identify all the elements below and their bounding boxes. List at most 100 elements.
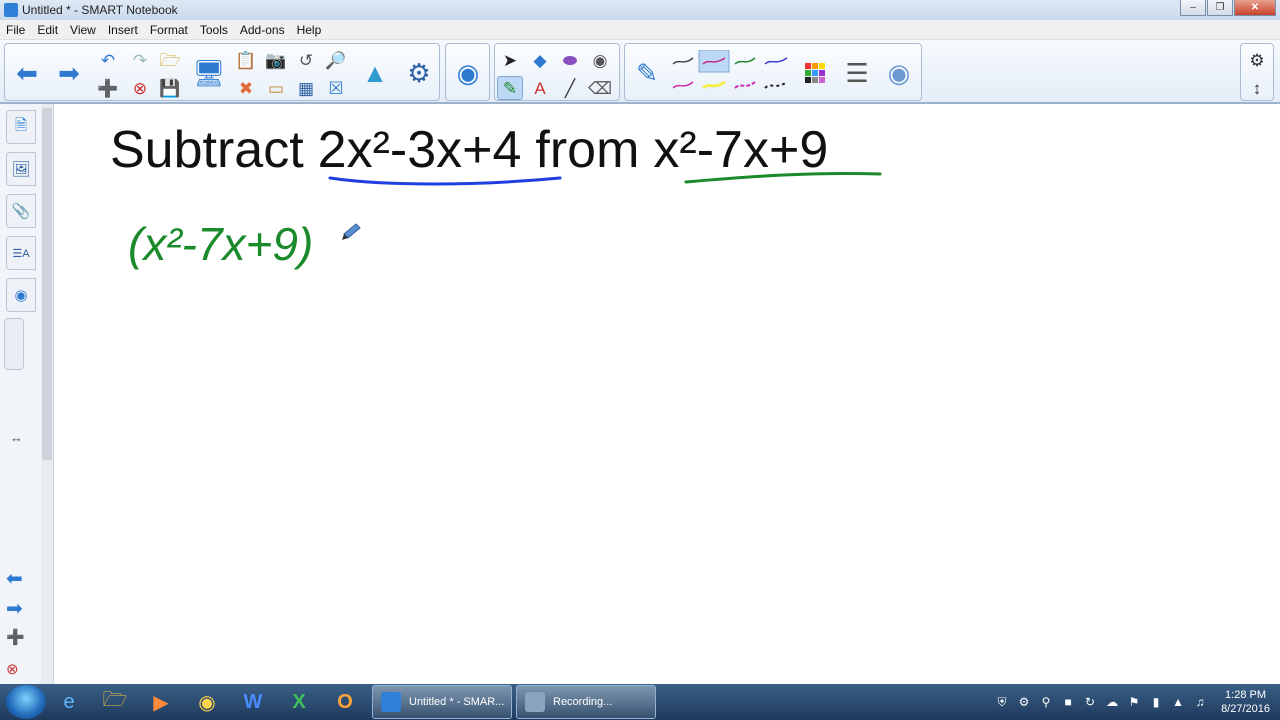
window-controls: – ❐ ✕ bbox=[1179, 0, 1276, 18]
text-icon[interactable]: A bbox=[527, 76, 553, 100]
eraser-icon[interactable]: ⌫ bbox=[587, 76, 613, 100]
media-player-icon[interactable]: ▶ bbox=[138, 685, 184, 719]
toolbar-group-main: ⬅ ➡ ↶ ↷ 🗁 ➕ ⊗ 💾 🖥 📋 📷 ↺ 🔎 ✖ ▭ ▦ ☒ ▲ ⚙ bbox=[4, 43, 440, 101]
display-icon[interactable]: 🖥 bbox=[191, 48, 227, 98]
vertical-scrollbar[interactable] bbox=[41, 104, 53, 684]
signal-icon[interactable]: ▲ bbox=[1169, 694, 1187, 710]
windows-taskbar: e 🗁 ▶ ◉ W X O Untitled * - SMAR... Recor… bbox=[0, 684, 1280, 720]
panel-delete-page-icon[interactable]: ⊗ bbox=[6, 660, 19, 678]
delete-icon[interactable]: ✖ bbox=[233, 76, 259, 100]
side-panel: 🗎 🖼 📎 ☰A ◉ ↔ ⬅ ➡ ➕ ⊗ bbox=[0, 104, 54, 684]
properties-tab-icon[interactable]: ☰A bbox=[6, 236, 36, 270]
screen-shade-icon[interactable]: ▭ bbox=[263, 76, 289, 100]
fill-icon[interactable]: ◉ bbox=[587, 48, 613, 72]
redo-icon[interactable]: ↷ bbox=[127, 48, 153, 72]
task-label-notebook: Untitled * - SMAR... bbox=[409, 696, 505, 708]
next-page-icon[interactable]: ➡ bbox=[51, 48, 87, 98]
search-tray-icon[interactable]: ⚲ bbox=[1037, 694, 1055, 710]
panel-next-arrow-icon[interactable]: ➡ bbox=[6, 596, 23, 621]
handwritten-expression: (x²-7x+9) bbox=[128, 218, 313, 270]
outlook-icon[interactable]: O bbox=[322, 685, 368, 719]
screen-capture-icon[interactable]: 📷 bbox=[263, 48, 289, 72]
chrome-icon[interactable]: ◉ bbox=[184, 685, 230, 719]
whiteboard-canvas[interactable]: Subtract 2x²-3x+4 from x²-7x+9 (x²-7x+9) bbox=[54, 106, 1280, 684]
start-button[interactable] bbox=[6, 685, 46, 719]
cloud-tray-icon[interactable]: ☁ bbox=[1103, 694, 1121, 710]
lesson-tools-icon[interactable]: ⚙ bbox=[401, 48, 437, 98]
properties-icon[interactable]: ▲ bbox=[357, 48, 393, 98]
volume-icon[interactable]: ♫ bbox=[1191, 694, 1209, 710]
panel-collapse-handle[interactable] bbox=[4, 318, 24, 370]
menu-tools[interactable]: Tools bbox=[194, 23, 234, 37]
system-tray: ⛨ ⚙ ⚲ ■ ↻ ☁ ⚑ ▮ ▲ ♫ 1:28 PM 8/27/2016 bbox=[991, 684, 1280, 720]
addons-puzzle-icon[interactable]: ◉ bbox=[450, 48, 486, 98]
toolbar-group-settings: ⚙ ↕ bbox=[1240, 43, 1274, 101]
delete-page-icon[interactable]: ⊗ bbox=[127, 76, 153, 100]
battery-icon[interactable]: ▮ bbox=[1147, 694, 1165, 710]
line-style-icon[interactable]: ☰ bbox=[839, 48, 875, 98]
blue-underline-stroke bbox=[328, 176, 562, 186]
excel-icon[interactable]: X bbox=[276, 685, 322, 719]
window-title: Untitled * - SMART Notebook bbox=[22, 3, 178, 17]
green-underline-stroke bbox=[684, 171, 882, 184]
minimize-button[interactable]: – bbox=[1180, 0, 1206, 16]
clock[interactable]: 1:28 PM 8/27/2016 bbox=[1221, 688, 1270, 716]
select-arrow-icon[interactable]: ➤ bbox=[497, 48, 523, 72]
addons-tab-icon[interactable]: ◉ bbox=[6, 278, 36, 312]
table-icon[interactable]: ▦ bbox=[293, 76, 319, 100]
menu-help[interactable]: Help bbox=[291, 23, 328, 37]
toolbar-group-pen-styles: ✎ ☰ ◉ bbox=[624, 43, 922, 101]
gallery-icon[interactable]: 🖼 bbox=[6, 152, 36, 186]
menu-view[interactable]: View bbox=[64, 23, 102, 37]
fill-effects-icon[interactable]: ◉ bbox=[881, 48, 917, 98]
reset-page-icon[interactable]: ↺ bbox=[293, 48, 319, 72]
eraser-top-icon[interactable]: ⬬ bbox=[557, 48, 583, 72]
settings-gear-icon[interactable]: ⚙ bbox=[1244, 48, 1270, 72]
network-tool-icon[interactable]: ⚙ bbox=[1015, 694, 1033, 710]
menu-insert[interactable]: Insert bbox=[102, 23, 144, 37]
menu-edit[interactable]: Edit bbox=[31, 23, 64, 37]
pen-type-icon[interactable]: ✎ bbox=[629, 48, 665, 98]
pens-icon[interactable]: ✎ bbox=[497, 76, 523, 100]
attachments-icon[interactable]: 📎 bbox=[6, 194, 36, 228]
taskbar-recording[interactable]: Recording... bbox=[516, 685, 656, 719]
toolbar-group-tools: ➤ ◆ ⬬ ◉ ✎ A ╱ ⌫ bbox=[494, 43, 620, 101]
scrollbar-thumb[interactable] bbox=[42, 108, 52, 460]
taskbar-smart-notebook[interactable]: Untitled * - SMAR... bbox=[372, 685, 512, 719]
internet-explorer-icon[interactable]: e bbox=[46, 685, 92, 719]
open-folder-icon[interactable]: 🗁 bbox=[157, 48, 183, 72]
shield-icon[interactable]: ⛨ bbox=[993, 694, 1011, 710]
file-explorer-icon[interactable]: 🗁 bbox=[92, 685, 138, 719]
undo-icon[interactable]: ↶ bbox=[95, 48, 121, 72]
restore-button[interactable]: ❐ bbox=[1207, 0, 1233, 16]
save-icon[interactable]: 💾 bbox=[157, 76, 183, 100]
menu-addons[interactable]: Add-ons bbox=[234, 23, 291, 37]
clock-date: 8/27/2016 bbox=[1221, 703, 1270, 715]
panel-previous-arrow-icon[interactable]: ⬅ bbox=[6, 566, 23, 591]
recording-task-icon bbox=[525, 692, 545, 712]
panel-add-page-icon[interactable]: ➕ bbox=[6, 628, 25, 646]
close-button[interactable]: ✕ bbox=[1234, 0, 1276, 16]
resize-arrows-icon[interactable]: ↔ bbox=[10, 430, 23, 445]
add-page-icon[interactable]: ➕ bbox=[95, 76, 121, 100]
magic-pen-icon[interactable]: 🔎 bbox=[323, 48, 349, 72]
smart-notebook-window: Untitled * - SMART Notebook – ❐ ✕ File E… bbox=[0, 0, 1280, 720]
smart-notebook-task-icon bbox=[381, 692, 401, 712]
menu-format[interactable]: Format bbox=[144, 23, 194, 37]
previous-page-icon[interactable]: ⬅ bbox=[9, 48, 45, 98]
paste-icon[interactable]: 📋 bbox=[233, 48, 259, 72]
move-toolbar-icon[interactable]: ↕ bbox=[1244, 76, 1270, 100]
pen-style-swatches[interactable] bbox=[669, 50, 793, 96]
shapes-icon[interactable]: ◆ bbox=[527, 48, 553, 72]
color-palette-icon[interactable] bbox=[797, 48, 833, 98]
page-sorter-icon[interactable]: 🗎 bbox=[6, 110, 36, 144]
menu-file[interactable]: File bbox=[0, 23, 31, 37]
flag-icon[interactable]: ⚑ bbox=[1125, 694, 1143, 710]
word-icon[interactable]: W bbox=[230, 685, 276, 719]
sync-tray-icon[interactable]: ↻ bbox=[1081, 694, 1099, 710]
pen-cursor-icon bbox=[342, 223, 361, 240]
line-icon[interactable]: ╱ bbox=[557, 76, 583, 100]
menu-bar: File Edit View Insert Format Tools Add-o… bbox=[0, 20, 1280, 40]
app-tray-icon[interactable]: ■ bbox=[1059, 694, 1077, 710]
clear-icon[interactable]: ☒ bbox=[323, 76, 349, 100]
